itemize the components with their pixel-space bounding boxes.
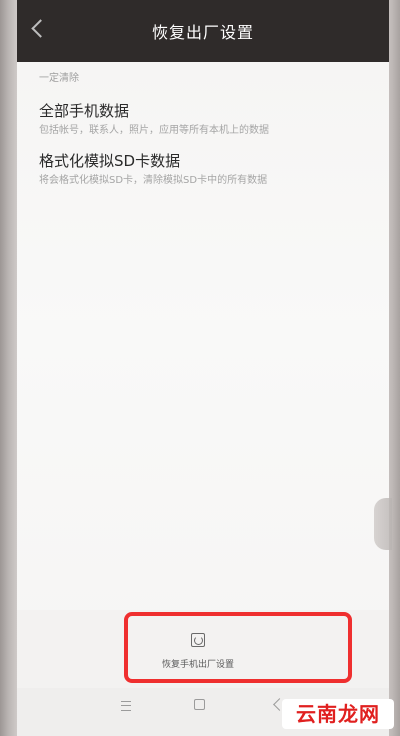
item-title: 格式化模拟SD卡数据 — [39, 152, 181, 170]
item-title: 全部手机数据 — [39, 102, 130, 120]
highlight-box — [124, 612, 352, 683]
watermark-logo: 云南龙网 — [282, 699, 394, 729]
home-icon[interactable] — [194, 699, 205, 710]
page-title: 恢复出厂设置 — [151, 23, 254, 42]
title-bar: 恢复出厂设置 — [17, 0, 389, 62]
list-item-format-sd-card: 格式化模拟SD卡数据 将会格式化模拟SD卡，清除模拟SD卡中的所有数据 — [39, 152, 369, 187]
phone-edge — [374, 498, 392, 550]
section-header: 一定清除 — [39, 73, 79, 84]
item-description: 将会格式化模拟SD卡，清除模拟SD卡中的所有数据 — [39, 175, 268, 186]
settings-content: 一定清除 全部手机数据 包括帐号，联系人，照片，应用等所有本机上的数据 格式化模… — [17, 62, 389, 672]
menu-icon[interactable] — [121, 701, 131, 711]
item-description: 包括帐号，联系人，照片，应用等所有本机上的数据 — [39, 125, 269, 136]
photo-frame: 恢复出厂设置 一定清除 全部手机数据 包括帐号，联系人，照片，应用等所有本机上的… — [0, 0, 400, 736]
list-item-all-phone-data: 全部手机数据 包括帐号，联系人，照片，应用等所有本机上的数据 — [39, 102, 369, 137]
